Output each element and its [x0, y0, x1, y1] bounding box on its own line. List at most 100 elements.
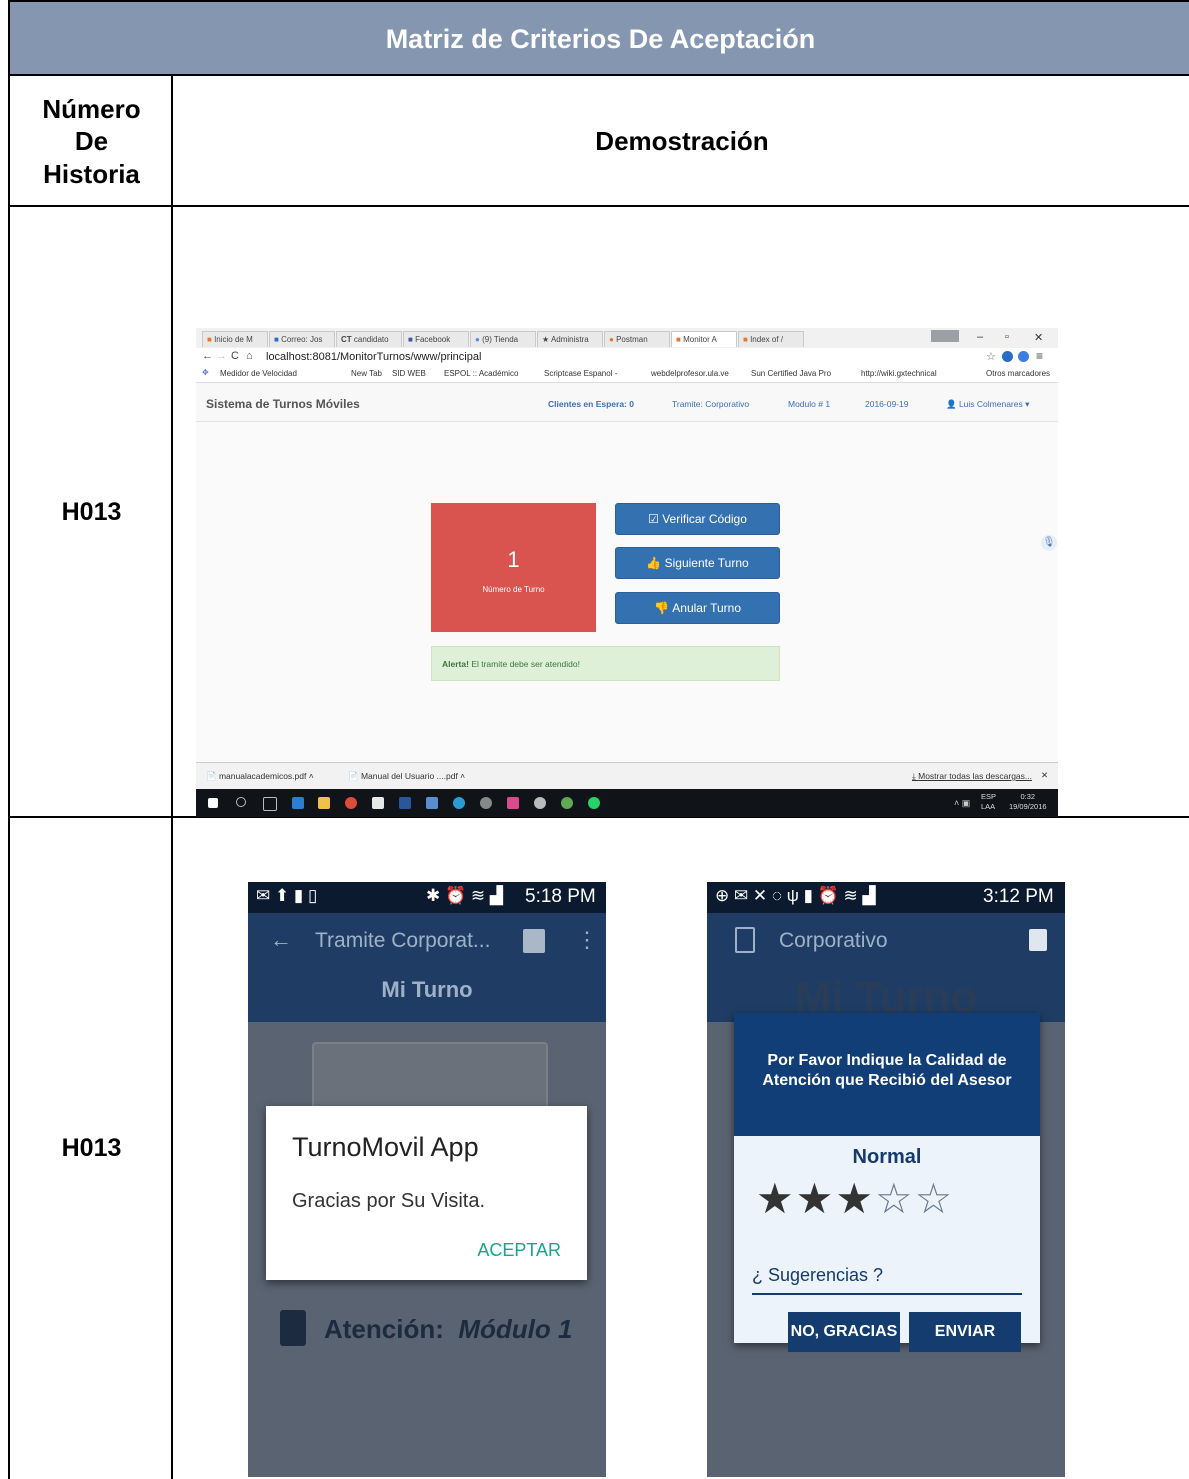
star-empty-icon[interactable]: ☆ [875, 1175, 915, 1222]
turn-number-panel: 1 Número de Turno [431, 503, 596, 632]
row1-id: H013 [61, 498, 122, 526]
chrome-icon[interactable] [345, 797, 357, 809]
phone1-subtitle: Mi Turno [381, 977, 473, 1002]
col-header-number-text: Número De Historia [42, 93, 141, 189]
bookmark[interactable]: Scriptcase Espanol - [544, 369, 617, 378]
star-filled-icon[interactable]: ★ [835, 1175, 875, 1222]
download-item[interactable]: 📄 Manual del Usuario ....pdf ˄ [348, 771, 465, 782]
back-arrow-icon[interactable]: ← [270, 927, 292, 953]
extension-icon[interactable] [1002, 351, 1013, 362]
col-header-number: Número De Historia [8, 74, 173, 207]
row2-id-cell: H013 [8, 816, 173, 1479]
apps-icon[interactable]: ✥ [202, 368, 209, 377]
browser-tab[interactable]: ■ Facebook [403, 331, 469, 347]
accept-button[interactable]: ACEPTAR [477, 1240, 561, 1261]
attention-line: Atención: Módulo 1 [324, 1314, 573, 1344]
forward-icon[interactable]: → [216, 350, 227, 362]
dialog-message: Gracias por Su Visita. [292, 1190, 486, 1212]
word-icon[interactable] [399, 797, 411, 809]
browser-tab[interactable]: ● Postman [604, 331, 670, 347]
browser-tab-active[interactable]: ■ Monitor A [671, 331, 737, 347]
next-turn-button[interactable]: 👍 Siguiente Turno [615, 547, 780, 579]
show-downloads-link[interactable]: ⤓ Mostrar todas las descargas... [912, 771, 1032, 782]
browser-tab[interactable]: ■ Correo: Jos [269, 331, 335, 347]
phone2-clock: 3:12 PM [983, 886, 1054, 907]
url-field[interactable]: localhost:8081/MonitorTurnos/www/princip… [266, 351, 481, 363]
mic-icon[interactable]: 🎙 [1041, 535, 1057, 551]
tray-icons[interactable]: ˄ ▣ [954, 798, 970, 809]
col-header-demo: Demostración [171, 74, 1189, 207]
nav-tramite[interactable]: Tramite: Corporativo [672, 399, 749, 409]
windows-taskbar: ˄ ▣ ESP LAA 0:32 19/09/2016 [196, 789, 1058, 817]
no-thanks-button[interactable]: NO, GRACIAS [788, 1312, 900, 1352]
bookmark[interactable]: Otros marcadores [986, 369, 1050, 378]
star-icon[interactable]: ☆ [986, 350, 996, 363]
close-downloads-icon[interactable]: ✕ [1041, 770, 1048, 781]
browser-tab[interactable]: ■ Inicio de M [202, 331, 268, 347]
store-icon[interactable] [372, 797, 384, 809]
dialog-title: TurnoMovil App [292, 1132, 479, 1162]
menu-icon[interactable]: ≡ [1036, 349, 1043, 363]
bookmark[interactable]: webdelprofesor.ula.ve [651, 369, 729, 378]
gear-icon[interactable] [534, 797, 546, 809]
star-filled-icon[interactable]: ★ [796, 1175, 836, 1222]
profile-chip[interactable] [931, 330, 959, 342]
turn-number-label: Número de Turno [482, 585, 545, 594]
skype-icon[interactable] [453, 797, 465, 809]
settings-app-icon[interactable] [480, 797, 492, 809]
browser-tab[interactable]: ■ Index of / [738, 331, 804, 347]
windows-start-icon[interactable] [208, 798, 218, 808]
bookmark[interactable]: ESPOL :: Académico [444, 369, 518, 378]
cancel-turn-button[interactable]: 👎 Anular Turno [615, 592, 780, 624]
app-brand[interactable]: Sistema de Turnos Móviles [206, 397, 360, 411]
trash-icon[interactable] [1029, 929, 1047, 951]
extension-icon[interactable] [1018, 351, 1029, 362]
suggestions-input[interactable]: ¿ Sugerencias ? [752, 1265, 1022, 1295]
app-icon[interactable] [561, 797, 573, 809]
verify-code-button[interactable]: ☑ Verificar Código [615, 503, 780, 535]
phone2-title: Corporativo [779, 929, 888, 952]
app-icon[interactable] [507, 797, 519, 809]
col-header-demo-text: Demostración [595, 126, 769, 157]
phone2-statusbar: ⊕ ✉ ✕ ◌ ψ ▮ ⏰ ≋ ▟ 3:12 PM [707, 882, 1065, 913]
app-icon[interactable] [426, 797, 438, 809]
send-button[interactable]: ENVIAR [909, 1312, 1021, 1352]
phone1-clock: 5:18 PM [525, 886, 596, 907]
bookmark[interactable]: SID WEB [392, 369, 426, 378]
nav-user[interactable]: 👤 Luis Colmenares ▾ [946, 399, 1029, 410]
overflow-menu-icon[interactable]: ⋮ [576, 927, 598, 953]
star-empty-icon[interactable]: ☆ [915, 1175, 955, 1222]
thanks-dialog: TurnoMovil App Gracias por Su Visita. AC… [266, 1106, 587, 1280]
star-filled-icon[interactable]: ★ [756, 1175, 796, 1222]
star-rating[interactable]: ★★★☆☆ [756, 1174, 954, 1223]
tray-language[interactable]: ESP LAA [981, 792, 996, 812]
bookmark[interactable]: http://wiki.gxtechnical [861, 369, 937, 378]
nav-modulo[interactable]: Modulo # 1 [788, 399, 830, 409]
phone-screenshot-1: ✉ ⬆ ▮ ▯ ✱ ⏰ ≋ ▟ 5:18 PM ← Tramite Corpor… [248, 882, 606, 1477]
back-icon[interactable]: ← [202, 350, 213, 362]
home-icon[interactable]: ⌂ [246, 350, 253, 362]
download-item[interactable]: 📄 manualacademicos.pdf ˄ [206, 771, 314, 782]
nav-date[interactable]: 2016-09-19 [865, 399, 908, 409]
bookmark[interactable]: New Tab [351, 369, 382, 378]
task-view-icon[interactable] [263, 797, 277, 811]
bookmark[interactable]: Medidor de Velocidad [220, 369, 297, 378]
restore-icon[interactable]: ▫ [1005, 331, 1009, 343]
alert-strong: Alerta! [442, 659, 469, 669]
explorer-icon[interactable] [318, 797, 330, 809]
matrix-title-row: Matriz de Criterios De Aceptación [8, 0, 1189, 76]
browser-tab[interactable]: ★ Administra [537, 331, 603, 347]
browser-tab[interactable]: ● (9) Tienda [470, 331, 536, 347]
close-window-icon[interactable]: ✕ [1034, 331, 1043, 344]
bookmark[interactable]: Sun Certified Java Pro [751, 369, 831, 378]
phone1-title: Tramite Corporat... [315, 929, 491, 952]
reload-icon[interactable]: C [231, 350, 239, 362]
edge-icon[interactable] [292, 797, 304, 809]
whatsapp-icon[interactable] [588, 797, 600, 809]
ticket-icon[interactable] [523, 929, 545, 953]
search-icon[interactable] [236, 797, 246, 807]
nav-clients[interactable]: Clientes en Espera: 0 [548, 399, 634, 409]
tray-clock[interactable]: 0:32 19/09/2016 [1009, 792, 1047, 812]
minimize-icon[interactable]: – [977, 331, 983, 343]
browser-tab[interactable]: CT candidato [336, 331, 402, 347]
